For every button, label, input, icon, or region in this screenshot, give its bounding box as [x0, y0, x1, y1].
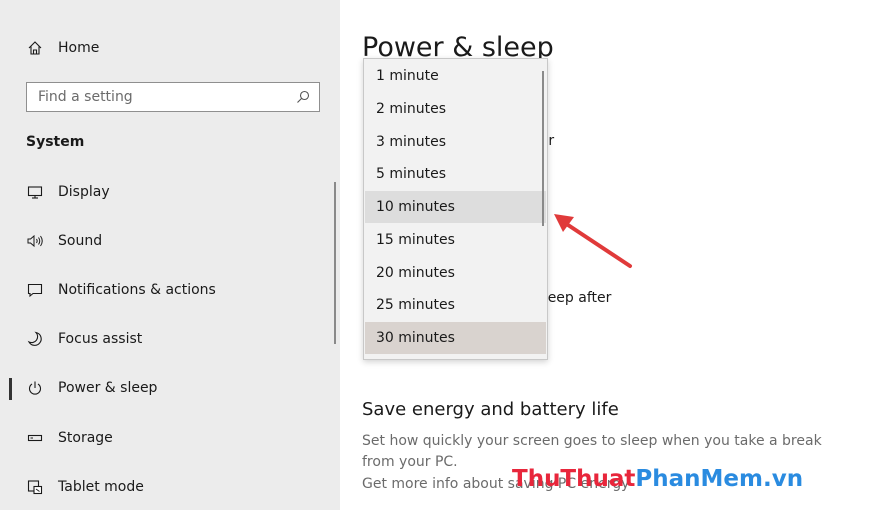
dropdown-option[interactable]: 15 minutes: [365, 224, 546, 256]
storage-icon: [26, 429, 44, 447]
search-input[interactable]: Find a setting: [26, 82, 320, 112]
sidebar-item-focus-assist[interactable]: Focus assist: [0, 319, 340, 359]
dropdown-option[interactable]: 3 minutes: [365, 126, 546, 158]
moon-icon: [26, 330, 44, 348]
search-placeholder: Find a setting: [38, 89, 133, 105]
watermark-part1: ThuThuat: [512, 466, 636, 492]
dropdown-option[interactable]: 1 minute: [365, 60, 546, 92]
sidebar-item-power-sleep[interactable]: Power & sleep: [0, 368, 340, 408]
sidebar-item-label: Display: [58, 184, 110, 200]
dropdown-scrollbar[interactable]: [542, 71, 544, 226]
timeout-dropdown-list[interactable]: 1 minute 2 minutes 3 minutes 5 minutes 1…: [363, 58, 548, 360]
speaker-icon: [26, 232, 44, 250]
sidebar-item-label: Home: [58, 40, 100, 56]
sidebar-item-label: Power & sleep: [58, 380, 158, 396]
sidebar-item-notifications[interactable]: Notifications & actions: [0, 270, 340, 310]
sidebar-item-tablet-mode[interactable]: Tablet mode: [0, 467, 340, 507]
watermark-part2: PhanMem.vn: [635, 466, 804, 492]
notification-icon: [26, 281, 44, 299]
dropdown-option[interactable]: 20 minutes: [365, 257, 546, 289]
section-header-system: System: [26, 134, 85, 150]
sidebar-item-storage[interactable]: Storage: [0, 418, 340, 458]
dropdown-option[interactable]: 5 minutes: [365, 158, 546, 190]
monitor-icon: [26, 183, 44, 201]
home-icon: [26, 39, 44, 57]
sidebar-item-home[interactable]: Home: [0, 28, 340, 68]
watermark: ThuThuatPhanMem.vn: [512, 466, 803, 492]
sidebar-scrollbar[interactable]: [334, 182, 336, 344]
dropdown-option[interactable]: 2 minutes: [365, 93, 546, 125]
sidebar-item-label: Focus assist: [58, 331, 143, 347]
search-icon[interactable]: [295, 89, 311, 105]
dropdown-option[interactable]: 25 minutes: [365, 289, 546, 321]
sidebar-item-display[interactable]: Display: [0, 172, 340, 212]
tablet-mode-icon: [26, 478, 44, 496]
dropdown-option-selected[interactable]: 30 minutes: [365, 322, 546, 354]
settings-sidebar: Home Find a setting System Display Sound…: [0, 0, 340, 510]
section-heading: Save energy and battery life: [362, 399, 619, 420]
sidebar-item-label: Sound: [58, 233, 103, 249]
sidebar-item-label: Notifications & actions: [58, 282, 216, 298]
dropdown-option-highlighted[interactable]: 10 minutes: [365, 191, 546, 223]
sidebar-item-label: Tablet mode: [58, 479, 144, 495]
power-icon: [26, 379, 44, 397]
sidebar-item-sound[interactable]: Sound: [0, 221, 340, 261]
annotation-arrow-icon: [554, 214, 632, 268]
sidebar-item-label: Storage: [58, 430, 113, 446]
